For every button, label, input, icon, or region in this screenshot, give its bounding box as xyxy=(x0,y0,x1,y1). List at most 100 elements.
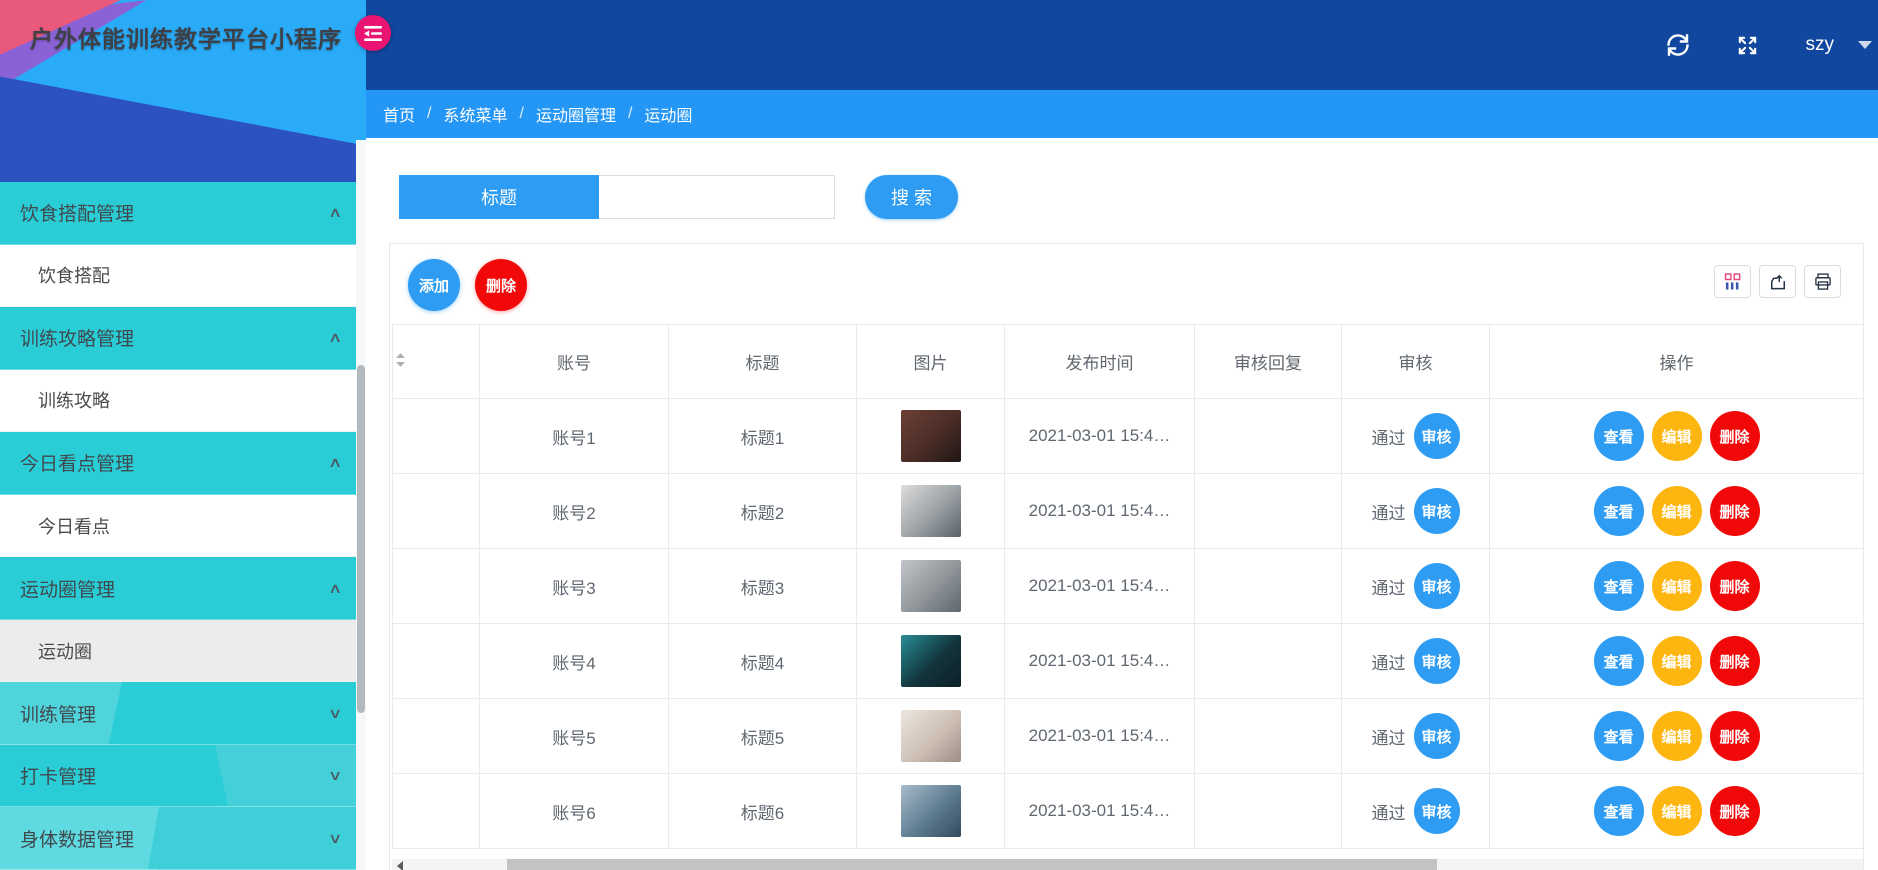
breadcrumb-separator: / xyxy=(519,105,524,122)
chevron-down-icon: ∨ xyxy=(327,704,343,721)
breadcrumb-home[interactable]: 首页 xyxy=(383,102,415,126)
audit-button[interactable]: 审核 xyxy=(1413,488,1460,534)
breadcrumb-system-menu[interactable]: 系统菜单 xyxy=(443,102,507,126)
sort-caret-icon xyxy=(396,352,405,367)
sidebar-group-daily-highlights[interactable]: 今日看点管理 ∧ xyxy=(0,432,366,495)
horizontal-scrollbar-track[interactable] xyxy=(407,859,1863,870)
row-delete-button[interactable]: 删除 xyxy=(1709,486,1760,536)
table-card: 添加 删除 账号 标题 图片 发布时间 审核回复 审核 操作 账号1 标题1 2… xyxy=(389,243,1864,870)
row-delete-button[interactable]: 删除 xyxy=(1709,786,1760,836)
sidebar-scrollbar-thumb[interactable] xyxy=(357,365,365,713)
breadcrumb-separator: / xyxy=(627,105,633,122)
sidebar-item-label: 运动圈 xyxy=(38,641,92,662)
table-row: 账号3 标题3 2021-03-01 15:4… 通过 审核 查看 编辑 删除 xyxy=(392,548,1863,624)
edit-button[interactable]: 编辑 xyxy=(1651,636,1702,686)
sidebar-item-daily-highlights[interactable]: 今日看点 xyxy=(0,494,366,558)
col-header-publish-time: 发布时间 xyxy=(1004,324,1195,399)
sidebar-item-training-guide[interactable]: 训练攻略 xyxy=(0,369,366,433)
sidebar: 户外体能训练教学平台小程序 饮食搭配管理 ∧ 饮食搭配 训练攻略管理 ∧ 训练攻… xyxy=(0,0,366,870)
row-photo xyxy=(900,560,961,612)
row-photo xyxy=(900,485,961,537)
view-button[interactable]: 查看 xyxy=(1593,486,1644,536)
fullscreen-icon[interactable] xyxy=(1736,33,1760,57)
sidebar-group-checkin[interactable]: 打卡管理 ∨ xyxy=(0,744,366,808)
breadcrumb-separator: / xyxy=(427,105,432,122)
sidebar-scrollbar[interactable] xyxy=(356,140,366,870)
export-icon[interactable] xyxy=(1759,265,1796,298)
cell-audit-reply xyxy=(1194,623,1342,699)
cell-audit-reply xyxy=(1194,398,1342,474)
horizontal-scrollbar-thumb[interactable] xyxy=(507,859,1437,870)
row-delete-button[interactable]: 删除 xyxy=(1709,561,1760,611)
col-header-account: 账号 xyxy=(479,324,669,399)
delete-button[interactable]: 删除 xyxy=(475,259,527,311)
edit-button[interactable]: 编辑 xyxy=(1651,486,1702,536)
col-header-audit: 审核 xyxy=(1341,324,1490,399)
add-button[interactable]: 添加 xyxy=(408,259,460,311)
audit-button[interactable]: 审核 xyxy=(1413,638,1460,684)
search-button[interactable]: 搜索 xyxy=(865,175,958,219)
view-button[interactable]: 查看 xyxy=(1593,411,1644,461)
view-button[interactable]: 查看 xyxy=(1593,561,1644,611)
row-photo xyxy=(900,635,961,687)
table-row: 账号2 标题2 2021-03-01 15:4… 通过 审核 查看 编辑 删除 xyxy=(392,473,1863,549)
audit-button[interactable]: 审核 xyxy=(1413,563,1460,609)
menu-fold-icon xyxy=(364,25,382,41)
edit-button[interactable]: 编辑 xyxy=(1651,411,1702,461)
cell-publish-time: 2021-03-01 15:4… xyxy=(1004,548,1195,624)
data-table: 账号 标题 图片 发布时间 审核回复 审核 操作 账号1 标题1 2021-03… xyxy=(392,324,1863,849)
sidebar-group-body-data[interactable]: 身体数据管理 ∨ xyxy=(0,807,366,870)
refresh-icon[interactable] xyxy=(1666,33,1690,57)
row-delete-button[interactable]: 删除 xyxy=(1709,711,1760,761)
menu-toggle-button[interactable] xyxy=(355,15,391,51)
sidebar-hero: 户外体能训练教学平台小程序 xyxy=(0,0,366,182)
edit-button[interactable]: 编辑 xyxy=(1651,711,1702,761)
sidebar-item-label: 今日看点 xyxy=(38,516,110,537)
sidebar-item-sports-circle[interactable]: 运动圈 xyxy=(0,619,366,683)
audit-button[interactable]: 审核 xyxy=(1413,413,1460,459)
table-row: 账号6 标题6 2021-03-01 15:4… 通过 审核 查看 编辑 删除 xyxy=(392,773,1863,849)
col-header-image: 图片 xyxy=(856,324,1005,399)
audit-button[interactable]: 审核 xyxy=(1413,788,1460,834)
cell-publish-time: 2021-03-01 15:4… xyxy=(1004,698,1195,774)
row-photo xyxy=(900,785,961,837)
sidebar-group-label: 训练管理 xyxy=(20,704,97,726)
chevron-down-icon: ∨ xyxy=(327,767,343,784)
sidebar-item-label: 训练攻略 xyxy=(38,391,110,412)
user-name[interactable]: szy xyxy=(1806,34,1835,56)
row-delete-button[interactable]: 删除 xyxy=(1709,411,1760,461)
view-button[interactable]: 查看 xyxy=(1593,711,1644,761)
view-button[interactable]: 查看 xyxy=(1593,636,1644,686)
audit-button[interactable]: 审核 xyxy=(1413,713,1460,759)
sidebar-item-diet[interactable]: 饮食搭配 xyxy=(0,244,366,308)
edit-button[interactable]: 编辑 xyxy=(1651,561,1702,611)
chevron-up-icon: ∧ xyxy=(327,579,343,596)
columns-icon[interactable] xyxy=(1714,265,1751,298)
scroll-left-arrow-icon[interactable] xyxy=(392,859,407,870)
print-icon[interactable] xyxy=(1804,265,1841,298)
cell-publish-time: 2021-03-01 15:4… xyxy=(1004,398,1195,474)
filter-field-button[interactable]: 标题 xyxy=(399,175,599,219)
table-row: 账号1 标题1 2021-03-01 15:4… 通过 审核 查看 编辑 删除 xyxy=(392,398,1863,474)
user-caret-icon[interactable] xyxy=(1858,41,1872,49)
chevron-up-icon: ∧ xyxy=(327,454,343,471)
cell-audit-reply xyxy=(1194,548,1342,624)
view-button[interactable]: 查看 xyxy=(1593,786,1644,836)
edit-button[interactable]: 编辑 xyxy=(1651,786,1702,836)
horizontal-scrollbar[interactable] xyxy=(392,859,1863,870)
cell-account: 账号2 xyxy=(479,473,669,549)
sidebar-group-sports-circle[interactable]: 运动圈管理 ∧ xyxy=(0,557,366,620)
search-input[interactable] xyxy=(599,175,835,219)
sidebar-group-diet[interactable]: 饮食搭配管理 ∧ xyxy=(0,182,366,245)
table-row: 账号5 标题5 2021-03-01 15:4… 通过 审核 查看 编辑 删除 xyxy=(392,698,1863,774)
cell-account: 账号4 xyxy=(479,623,669,699)
row-photo xyxy=(900,710,961,762)
table-tools xyxy=(1714,265,1841,298)
sidebar-group-training-guide[interactable]: 训练攻略管理 ∧ xyxy=(0,307,366,370)
breadcrumb-sports-circle-mgmt[interactable]: 运动圈管理 xyxy=(536,102,616,126)
table-row: 账号4 标题4 2021-03-01 15:4… 通过 审核 查看 编辑 删除 xyxy=(392,623,1863,699)
sidebar-group-training[interactable]: 训练管理 ∨ xyxy=(0,682,366,745)
row-delete-button[interactable]: 删除 xyxy=(1709,636,1760,686)
cell-title: 标题6 xyxy=(668,773,857,849)
cell-index xyxy=(392,773,480,849)
